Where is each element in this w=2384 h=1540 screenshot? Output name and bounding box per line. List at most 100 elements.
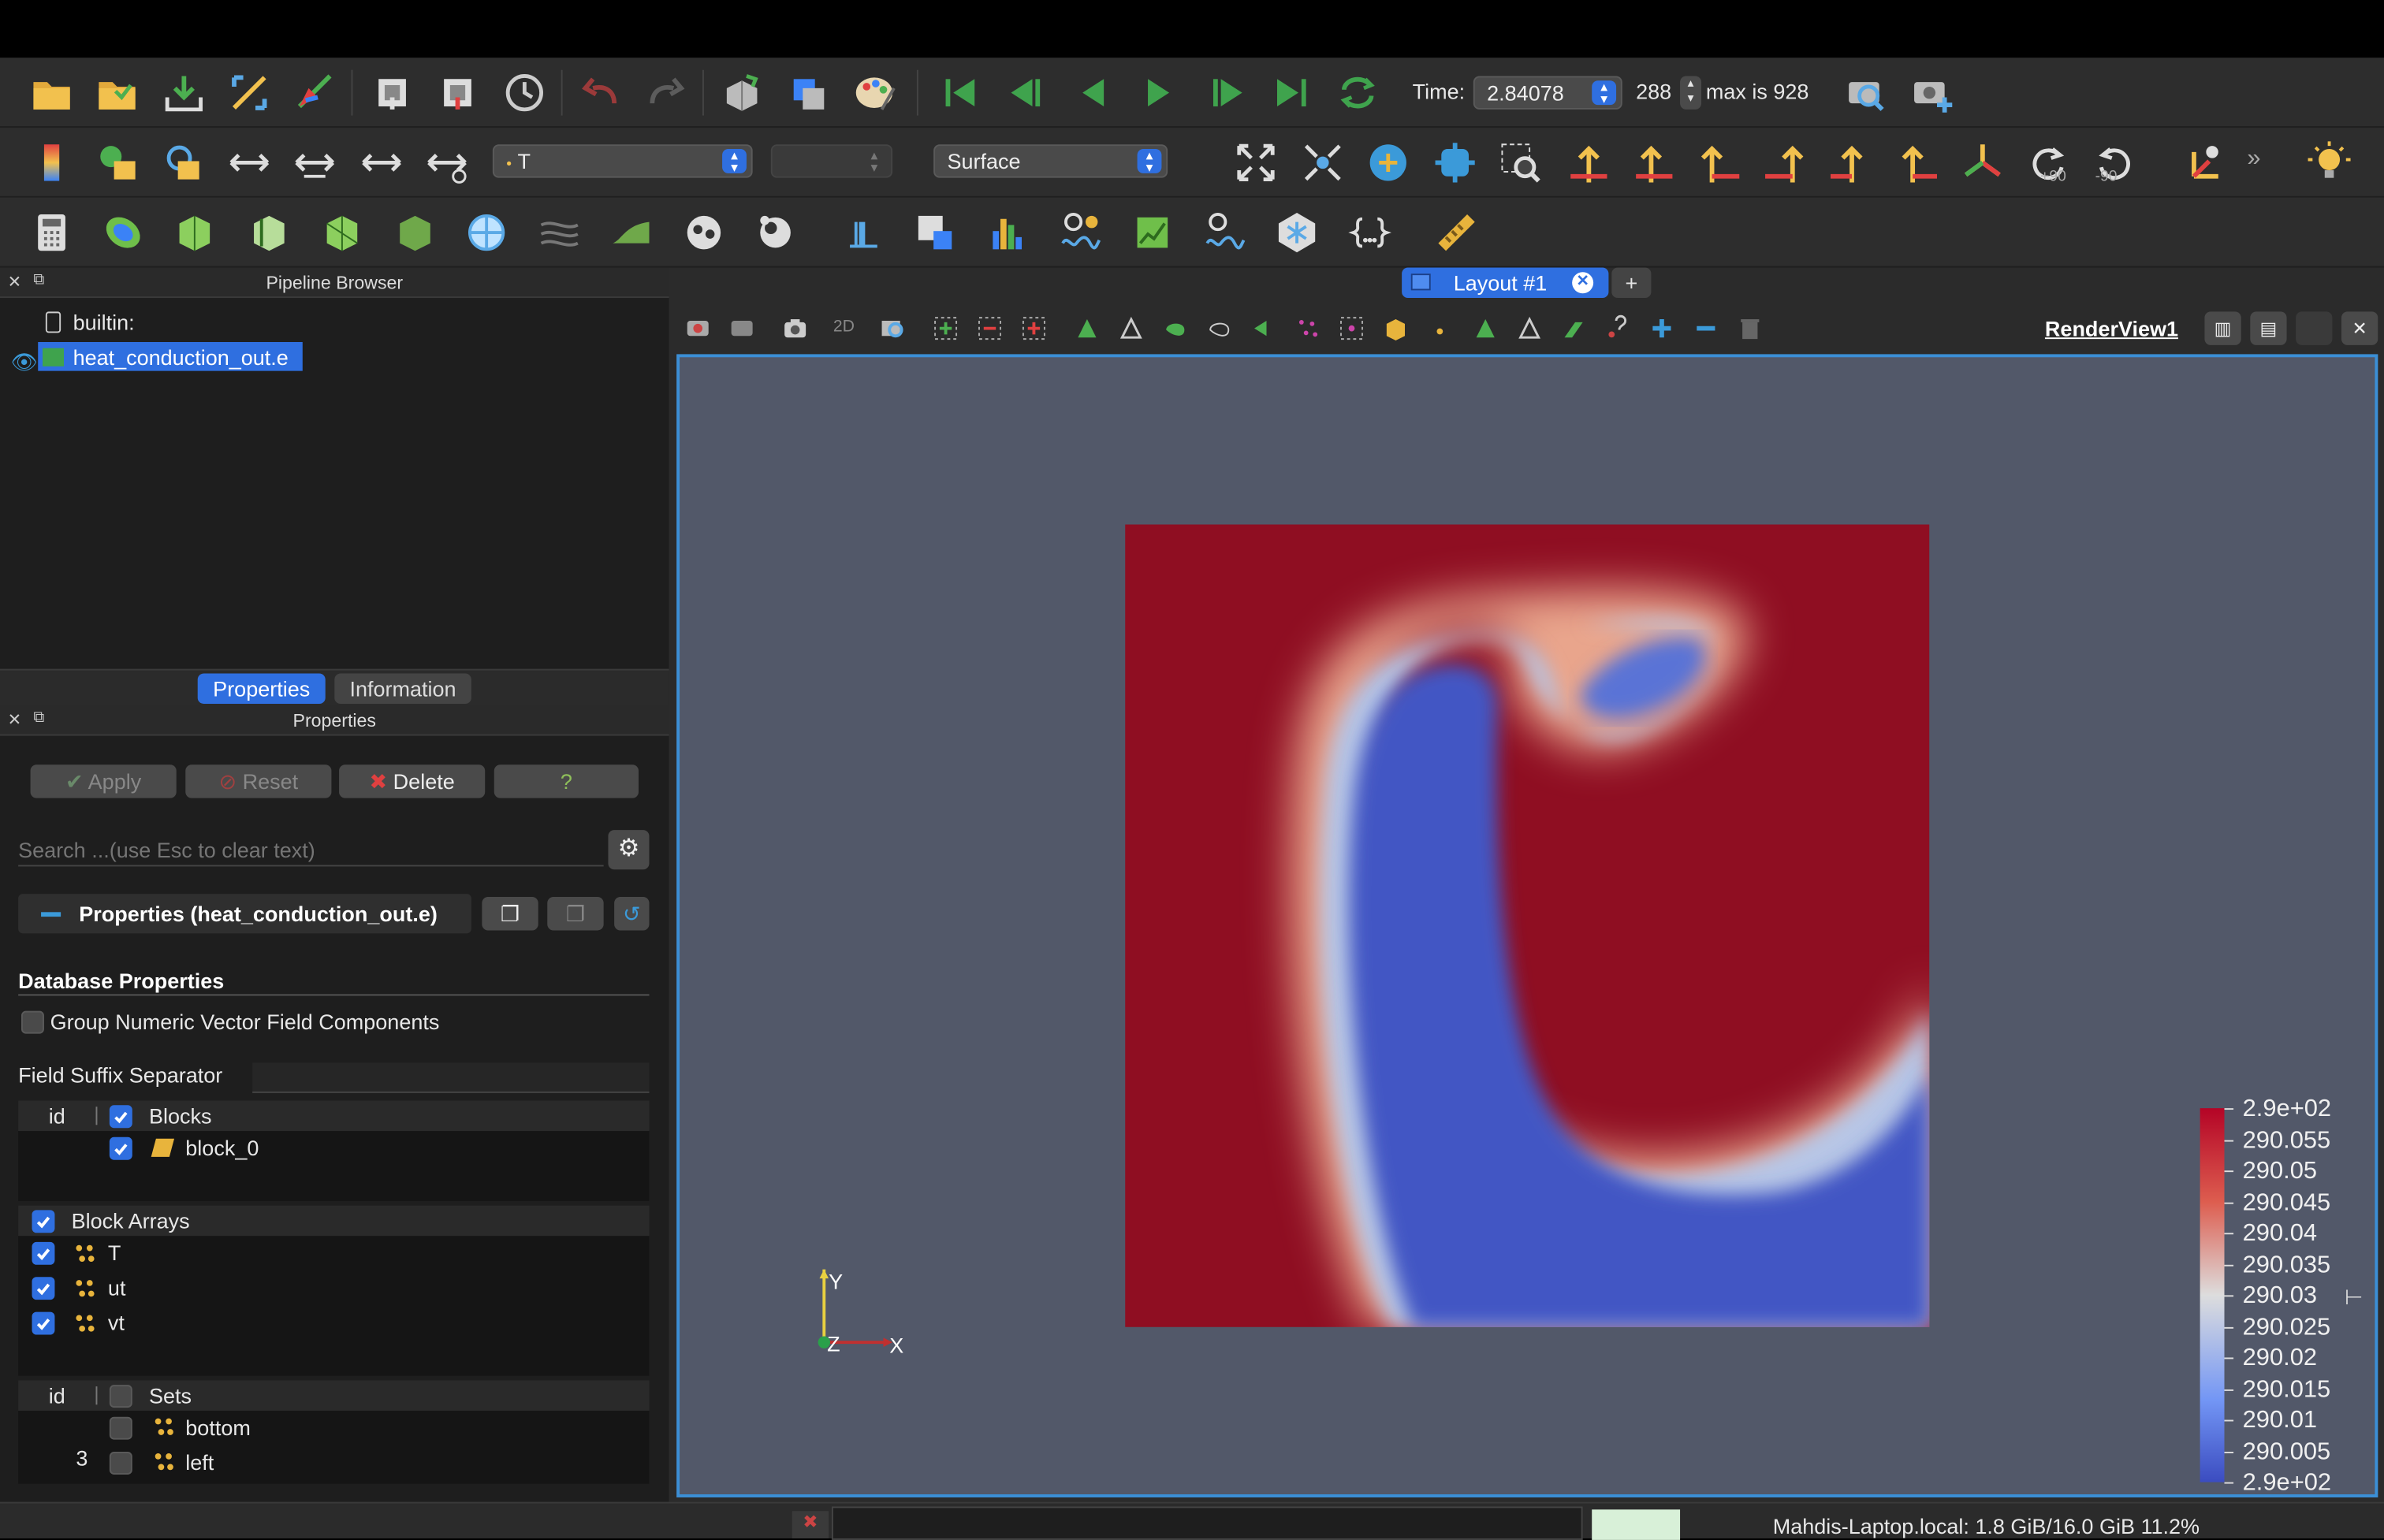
layout-tab[interactable]: Layout #1 ✕ xyxy=(1402,267,1609,299)
block-arrays-all-checkbox[interactable] xyxy=(32,1210,55,1233)
render-view[interactable]: 2.9e+02 290.055 290.05 290.045 290.04 290.035… xyxy=(676,354,2378,1497)
time-input[interactable]: 2.84078 ▴ ▾ xyxy=(1473,76,1622,110)
contour-icon[interactable] xyxy=(97,206,149,259)
copy-properties-icon[interactable]: ❐ xyxy=(482,897,538,931)
timestep-value[interactable]: 288 xyxy=(1636,79,1671,103)
select-points-on-icon[interactable] xyxy=(973,311,1006,344)
first-frame-icon[interactable] xyxy=(935,67,987,119)
save-state-icon[interactable] xyxy=(432,67,484,119)
reset-session-icon[interactable] xyxy=(499,67,551,119)
delete-button[interactable]: ✖ Delete xyxy=(339,764,486,798)
select-block-icon[interactable] xyxy=(1159,311,1192,344)
array-vt-checkbox[interactable] xyxy=(32,1311,55,1335)
capture-view-icon[interactable] xyxy=(681,311,714,344)
ruler-icon[interactable] xyxy=(1431,206,1483,259)
histogram-icon[interactable] xyxy=(982,206,1034,259)
paste-properties-icon[interactable]: ❐ xyxy=(547,897,604,931)
view-options-icon[interactable] xyxy=(725,311,758,344)
view-minus-x-icon[interactable] xyxy=(1627,137,1679,189)
component-select[interactable]: ▴ ▾ xyxy=(770,144,893,178)
camera-redo-icon[interactable] xyxy=(781,67,833,119)
stop-progress-icon[interactable]: ✖ xyxy=(792,1511,829,1538)
extract-level-icon[interactable] xyxy=(750,206,802,259)
plot-over-time-icon[interactable] xyxy=(1055,206,1107,259)
extract-subset-icon[interactable] xyxy=(389,206,441,259)
save-data-icon[interactable] xyxy=(158,67,210,119)
recent-files-icon[interactable] xyxy=(91,67,143,119)
grow-selection-icon[interactable] xyxy=(1335,311,1368,344)
interactive-select-cells-icon[interactable] xyxy=(1202,311,1235,344)
toggle-orientation-axes-icon[interactable] xyxy=(2179,137,2231,189)
tooltip-query-icon[interactable] xyxy=(1601,311,1634,344)
zoom-closest-icon[interactable] xyxy=(1362,137,1414,189)
restore-defaults-icon[interactable]: ↺ xyxy=(614,897,650,931)
interactive-select-icon[interactable] xyxy=(1429,137,1481,189)
zoom-to-data-icon[interactable] xyxy=(1297,137,1349,189)
close-panel-icon[interactable]: ✕ xyxy=(8,710,22,730)
connect-icon[interactable] xyxy=(223,67,275,119)
spin-arrows-icon[interactable]: ▴ ▾ xyxy=(1592,80,1617,106)
float-panel-icon[interactable]: ⧉ xyxy=(33,272,44,288)
view-minus-y-icon[interactable] xyxy=(1759,137,1811,189)
plot-data-icon[interactable] xyxy=(1127,206,1179,259)
rescale-temporal-range-icon[interactable] xyxy=(356,137,408,189)
trash-icon[interactable] xyxy=(1734,311,1767,344)
stream-tracer-icon[interactable] xyxy=(534,206,586,259)
rescale-over-time-icon[interactable] xyxy=(421,137,473,189)
redo-icon[interactable] xyxy=(640,67,692,119)
view-plus-x-icon[interactable] xyxy=(1562,137,1614,189)
properties-search-input[interactable] xyxy=(18,833,604,867)
color-legend-toggle-icon[interactable] xyxy=(26,137,78,189)
last-frame-icon[interactable] xyxy=(1265,67,1317,119)
extract-selection-icon[interactable] xyxy=(1469,311,1502,344)
show-labels-icon[interactable] xyxy=(1557,311,1590,344)
tab-properties[interactable]: Properties xyxy=(197,673,326,705)
view-plus-y-icon[interactable] xyxy=(1693,137,1745,189)
python-calculator-icon[interactable] xyxy=(1344,206,1396,259)
play-backward-icon[interactable] xyxy=(1067,67,1119,119)
rescale-visible-range-icon[interactable] xyxy=(289,137,341,189)
rescale-custom-range-icon[interactable] xyxy=(223,137,275,189)
properties-section-header[interactable]: Properties (heat_conduction_out.e) xyxy=(18,894,471,934)
isometric-view-icon[interactable] xyxy=(1957,137,2009,189)
select-cells-frustum-icon[interactable] xyxy=(1071,311,1104,344)
undo-icon[interactable] xyxy=(575,67,627,119)
split-vertical-icon[interactable]: ▤ xyxy=(2250,311,2287,345)
close-panel-icon[interactable]: ✕ xyxy=(8,272,22,292)
tab-information[interactable]: Information xyxy=(334,673,471,705)
split-horizontal-icon[interactable]: ▥ xyxy=(2204,311,2241,345)
array-T-checkbox[interactable] xyxy=(32,1241,55,1265)
load-state-icon[interactable] xyxy=(367,67,419,119)
group-numeric-checkbox[interactable] xyxy=(20,1010,44,1034)
apply-button[interactable]: ✔ Apply xyxy=(30,764,177,798)
color-by-select[interactable]: • T ▴ ▾ xyxy=(492,144,753,178)
help-button[interactable]: ? xyxy=(494,764,639,798)
light-kit-icon[interactable] xyxy=(2304,137,2356,189)
view-minus-z-icon[interactable] xyxy=(1891,137,1943,189)
clear-selection-point-icon[interactable] xyxy=(1426,311,1459,344)
loop-icon[interactable] xyxy=(1332,67,1384,119)
builtin-server-label[interactable]: builtin: xyxy=(73,310,135,334)
subtract-selection-icon[interactable] xyxy=(1689,311,1723,344)
group-datasets-icon[interactable] xyxy=(678,206,730,259)
capture-screenshot-icon[interactable] xyxy=(1840,67,1892,119)
slice-icon[interactable] xyxy=(244,206,296,259)
plot-selection-over-time-icon[interactable] xyxy=(1200,206,1252,259)
threshold-icon[interactable] xyxy=(316,206,368,259)
sets-all-checkbox[interactable] xyxy=(109,1385,132,1408)
representation-select[interactable]: Surface ▴ ▾ xyxy=(933,144,1168,178)
reset-range-icon[interactable] xyxy=(158,137,210,189)
open-file-icon[interactable] xyxy=(26,67,78,119)
temporal-interpolator-icon[interactable] xyxy=(1271,206,1323,259)
add-layout-tab-button[interactable]: + xyxy=(1611,267,1652,299)
pipeline-item-label[interactable]: heat_conduction_out.e xyxy=(73,345,289,370)
close-view-icon[interactable]: ✕ xyxy=(2341,311,2378,345)
edit-color-map-icon[interactable] xyxy=(91,137,143,189)
probe-location-icon[interactable] xyxy=(909,206,961,259)
play-icon[interactable] xyxy=(1133,67,1185,119)
timestep-spinner-icon[interactable]: ▴ ▾ xyxy=(1680,76,1702,110)
maximize-view-icon[interactable] xyxy=(2296,311,2333,345)
warp-by-vector-icon[interactable] xyxy=(605,206,657,259)
select-cells-with-polygon-icon[interactable] xyxy=(1017,311,1050,344)
set-left-checkbox[interactable] xyxy=(109,1452,132,1475)
